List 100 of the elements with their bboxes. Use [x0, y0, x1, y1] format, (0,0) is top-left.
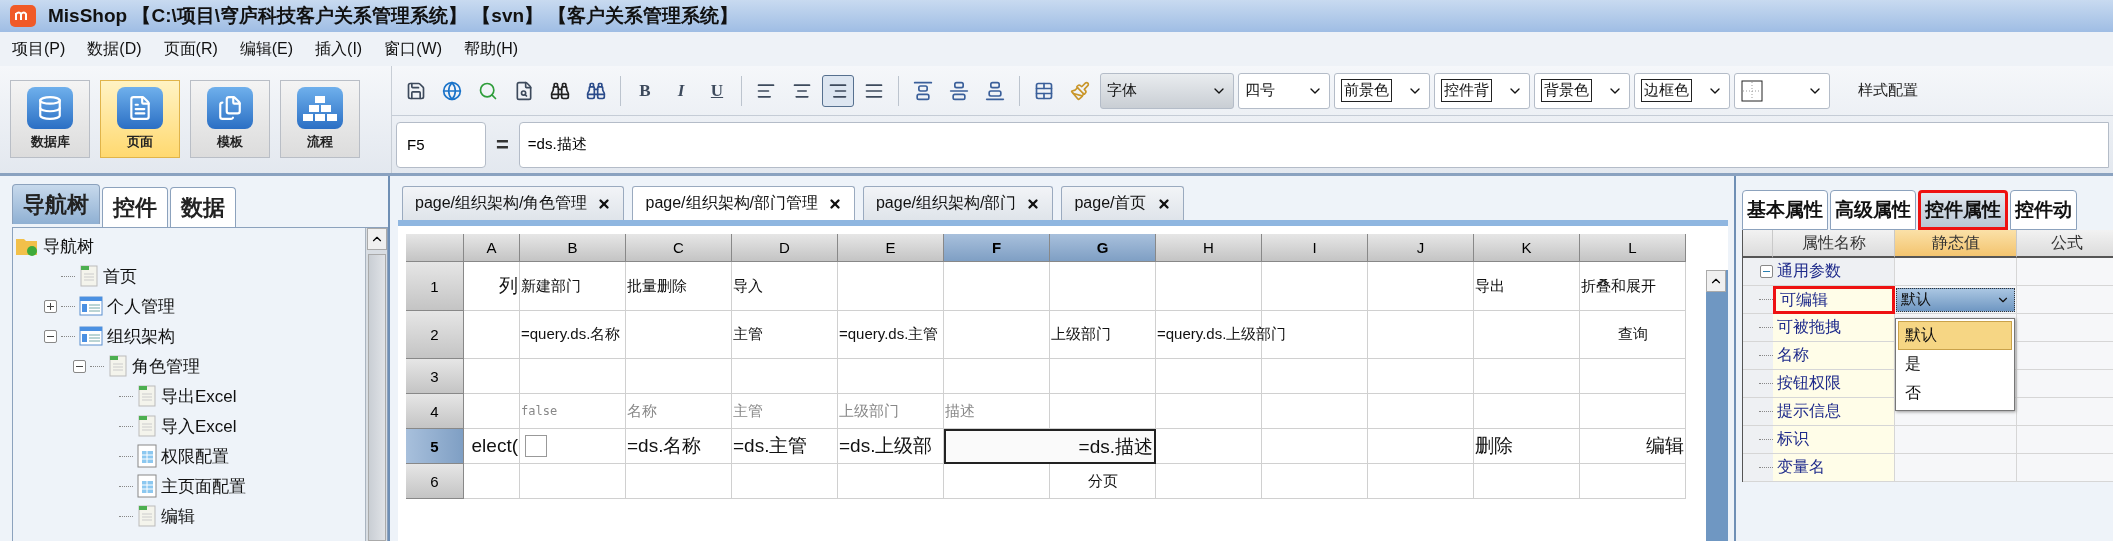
formula-cell[interactable] [2017, 286, 2113, 314]
document-tab[interactable]: page/首页 [1061, 186, 1184, 220]
empty-cell[interactable] [1050, 359, 1156, 394]
menu-item[interactable]: 编辑(E) [239, 38, 294, 60]
empty-cell[interactable] [1156, 394, 1262, 429]
tree-item[interactable]: 导入Excel [161, 414, 237, 438]
empty-cell[interactable] [732, 464, 838, 499]
empty-cell[interactable] [1474, 464, 1580, 499]
empty-cell[interactable] [1580, 359, 1686, 394]
column-header[interactable]: L [1580, 234, 1686, 262]
dropdown[interactable]: 字体 [1100, 72, 1234, 109]
empty-cell[interactable] [1368, 359, 1474, 394]
empty-cell[interactable] [838, 359, 944, 394]
empty-cell[interactable] [838, 262, 944, 311]
empty-cell[interactable] [1368, 311, 1474, 359]
dropdown-option[interactable]: 否 [1898, 379, 2012, 408]
tree-item[interactable]: 导出Excel [161, 384, 237, 408]
close-icon[interactable] [827, 196, 842, 211]
column-header[interactable]: A [464, 234, 520, 262]
formula-cell[interactable] [2017, 314, 2113, 342]
selected-cell[interactable]: =ds.描述 [944, 429, 1156, 464]
dropdown-option[interactable]: 是 [1898, 350, 2012, 379]
row-header[interactable]: 6 [406, 464, 464, 499]
empty-cell[interactable] [520, 464, 626, 499]
column-header[interactable]: F [944, 234, 1050, 262]
scroll-up-button[interactable] [1706, 270, 1726, 292]
empty-cell[interactable] [1474, 394, 1580, 429]
document-tab[interactable]: page/组织架构/角色管理 [402, 186, 625, 220]
empty-cell[interactable] [732, 359, 838, 394]
dropdown[interactable]: 背景色 [1534, 72, 1630, 109]
tree-item[interactable]: 编辑 [161, 504, 195, 528]
row-header[interactable]: 4 [406, 394, 464, 429]
tree-item[interactable]: 首页 [103, 264, 137, 288]
property-tab[interactable]: 基本属性 [1742, 190, 1828, 230]
row-header[interactable]: 5 [406, 429, 464, 464]
empty-cell[interactable] [1368, 464, 1474, 499]
menu-item[interactable]: 窗口(W) [384, 38, 442, 60]
property-tab[interactable]: 高级属性 [1830, 190, 1916, 230]
property-tab[interactable]: 控件属性 [1918, 190, 2008, 230]
column-header[interactable]: I [1262, 234, 1368, 262]
empty-cell[interactable] [1368, 429, 1474, 464]
style-config-button[interactable]: 样式配置 [1852, 80, 1924, 101]
column-header[interactable]: D [732, 234, 838, 262]
formula-cell[interactable] [2017, 426, 2113, 454]
empty-cell[interactable] [1262, 394, 1368, 429]
format-button[interactable]: I [665, 74, 697, 107]
empty-cell[interactable] [1156, 262, 1262, 311]
empty-cell[interactable] [626, 464, 732, 499]
formula-cell[interactable] [2017, 342, 2113, 370]
close-icon[interactable] [1026, 196, 1041, 211]
empty-cell[interactable] [1368, 262, 1474, 311]
row-header[interactable]: 2 [406, 311, 464, 359]
tree-item[interactable]: 导航树 [43, 234, 94, 258]
empty-cell[interactable] [1262, 464, 1368, 499]
formula-field[interactable]: =ds.描述 [518, 121, 2109, 168]
menu-item[interactable]: 项目(P) [12, 38, 66, 60]
formula-cell[interactable] [2017, 258, 2113, 286]
scroll-up-button[interactable] [366, 228, 387, 250]
panel-tab[interactable]: 导航树 [12, 184, 100, 224]
scroll-thumb[interactable] [367, 254, 386, 541]
value-cell[interactable] [1895, 426, 2017, 454]
dropdown[interactable]: 四号 [1238, 72, 1330, 109]
empty-cell[interactable] [1156, 359, 1262, 394]
row-header[interactable]: 1 [406, 262, 464, 311]
collapse-icon[interactable] [1760, 265, 1773, 278]
menu-item[interactable]: 帮助(H) [463, 38, 519, 60]
format-button[interactable]: B [629, 74, 661, 107]
column-header[interactable]: 属性名称 [1773, 230, 1895, 258]
column-header[interactable]: H [1156, 234, 1262, 262]
property-tab[interactable]: 控件动 [2010, 190, 2077, 230]
dropdown[interactable] [1734, 72, 1830, 109]
empty-cell[interactable] [944, 359, 1050, 394]
close-icon[interactable] [1156, 196, 1171, 211]
menu-item[interactable]: 页面(R) [163, 38, 218, 60]
column-header[interactable]: G [1050, 234, 1156, 262]
formula-cell[interactable] [2017, 454, 2113, 482]
dropdown[interactable]: 前景色 [1334, 72, 1430, 109]
empty-cell[interactable] [1580, 464, 1686, 499]
dropdown-option[interactable]: 默认 [1898, 321, 2012, 350]
collapse-icon[interactable] [73, 359, 86, 373]
empty-cell[interactable] [1368, 394, 1474, 429]
dropdown[interactable]: 边框色 [1634, 72, 1730, 109]
checkbox[interactable] [525, 435, 547, 457]
column-header[interactable]: 静态值 [1895, 230, 2017, 258]
scrollbar[interactable] [365, 228, 387, 541]
document-tab[interactable]: page/组织架构/部门 [862, 186, 1054, 220]
panel-tab[interactable]: 控件 [102, 187, 168, 227]
format-button[interactable]: U [701, 74, 733, 107]
value-cell[interactable] [1895, 258, 2017, 286]
empty-cell[interactable] [1050, 262, 1156, 311]
empty-cell[interactable] [520, 359, 626, 394]
tree-item[interactable]: 权限配置 [161, 444, 229, 468]
ribbon-button[interactable]: 流程 [280, 80, 360, 158]
menu-item[interactable]: 插入(I) [315, 38, 363, 60]
ribbon-button[interactable]: 数据库 [10, 80, 90, 158]
tree-item[interactable]: 组织架构 [107, 324, 175, 348]
empty-cell[interactable] [944, 262, 1050, 311]
cell-reference-field[interactable]: F5 [396, 121, 486, 168]
empty-cell[interactable] [1262, 429, 1368, 464]
tree-item[interactable]: 角色管理 [132, 354, 200, 378]
